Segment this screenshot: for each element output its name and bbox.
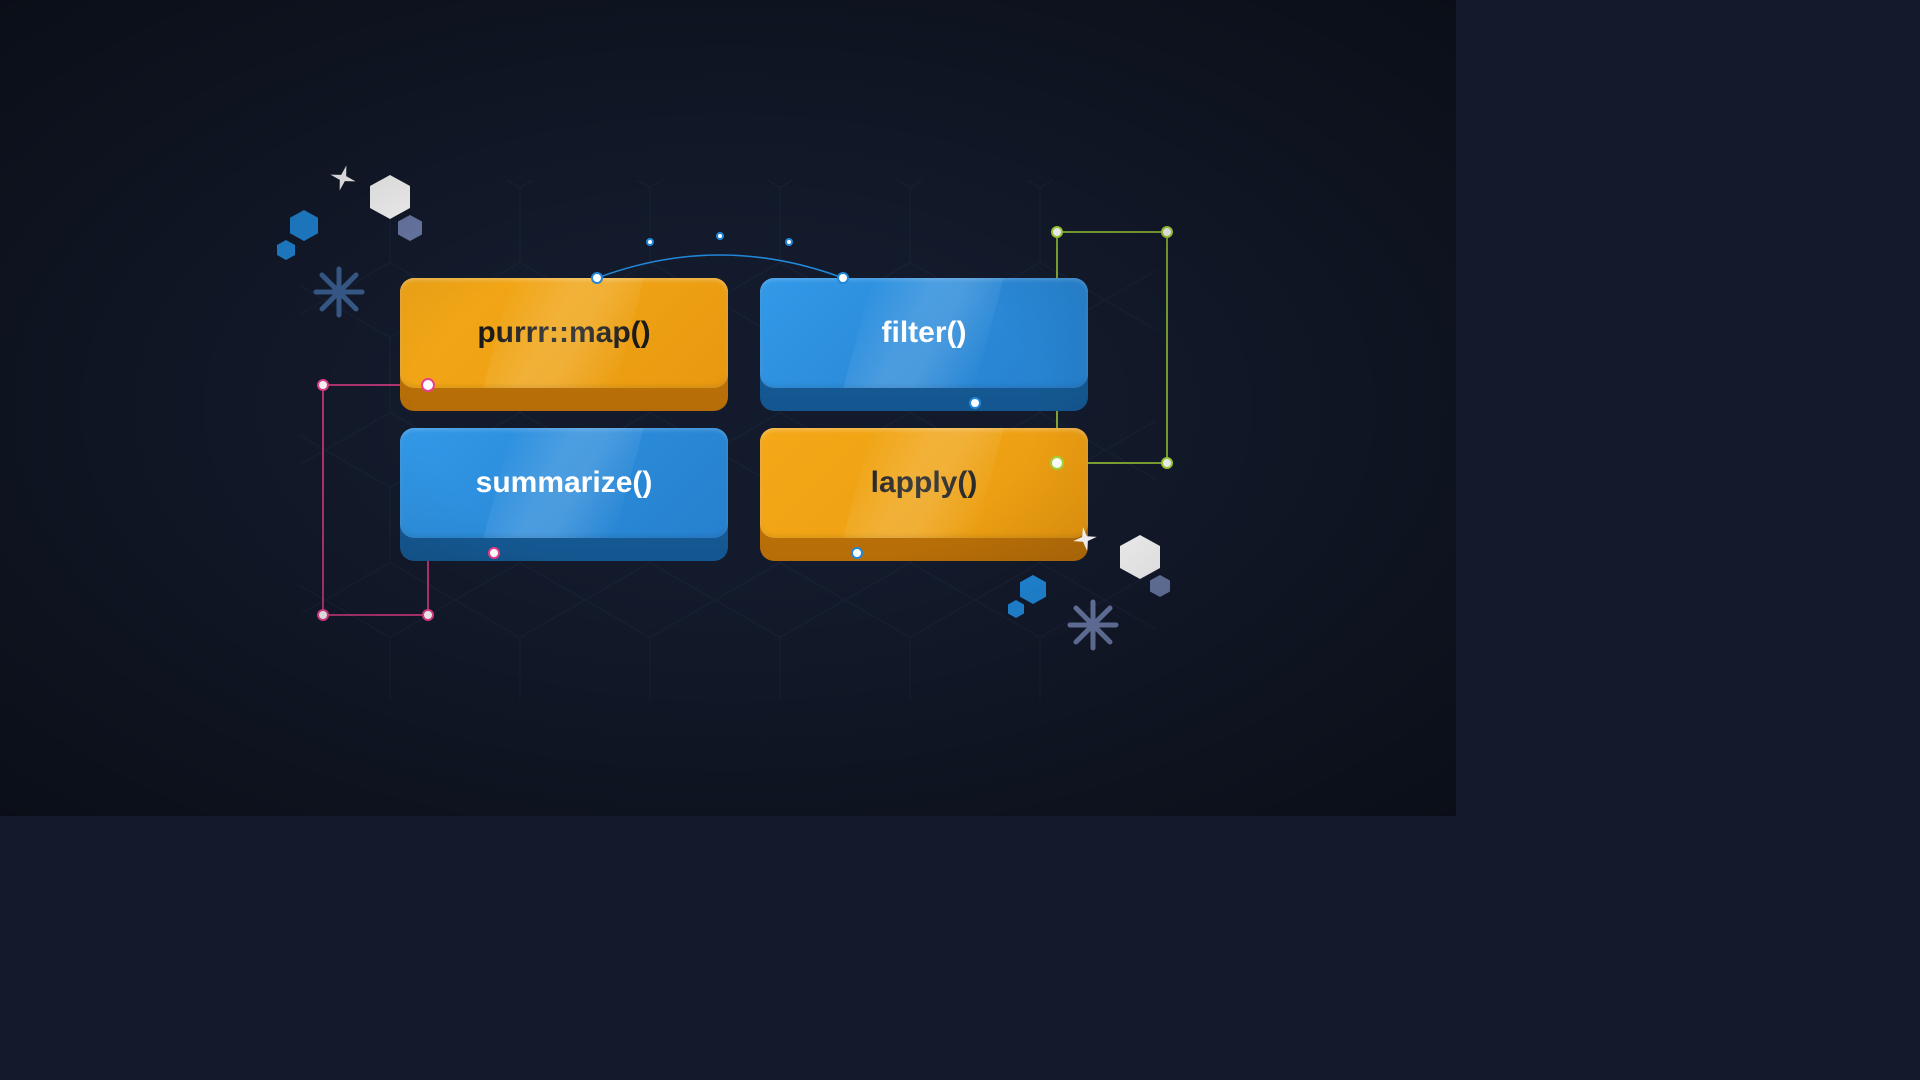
card-summarize: summarize() [400, 428, 728, 538]
node-dot [317, 379, 329, 391]
node-dot [851, 547, 863, 559]
hex-background-pattern [0, 0, 1456, 816]
card-lapply: lapply() [760, 428, 1088, 538]
node-dot [591, 272, 603, 284]
node-dot [646, 238, 654, 246]
node-dot [1051, 226, 1063, 238]
node-dot [488, 547, 500, 559]
card-label: filter() [882, 316, 967, 350]
node-dot [716, 232, 724, 240]
node-dot [785, 238, 793, 246]
node-dot [421, 378, 435, 392]
node-dot [317, 609, 329, 621]
card-label: lapply() [871, 466, 978, 500]
node-dot [1161, 226, 1173, 238]
asterisk-icon [1066, 598, 1120, 652]
card-label: summarize() [476, 466, 653, 500]
card-purrr-map: purrr::map() [400, 278, 728, 388]
card-filter: filter() [760, 278, 1088, 388]
node-dot [1161, 457, 1173, 469]
node-dot [422, 609, 434, 621]
node-dot [969, 397, 981, 409]
node-dot [1050, 456, 1064, 470]
node-dot [837, 272, 849, 284]
card-label: purrr::map() [477, 316, 650, 350]
asterisk-icon [312, 265, 366, 319]
